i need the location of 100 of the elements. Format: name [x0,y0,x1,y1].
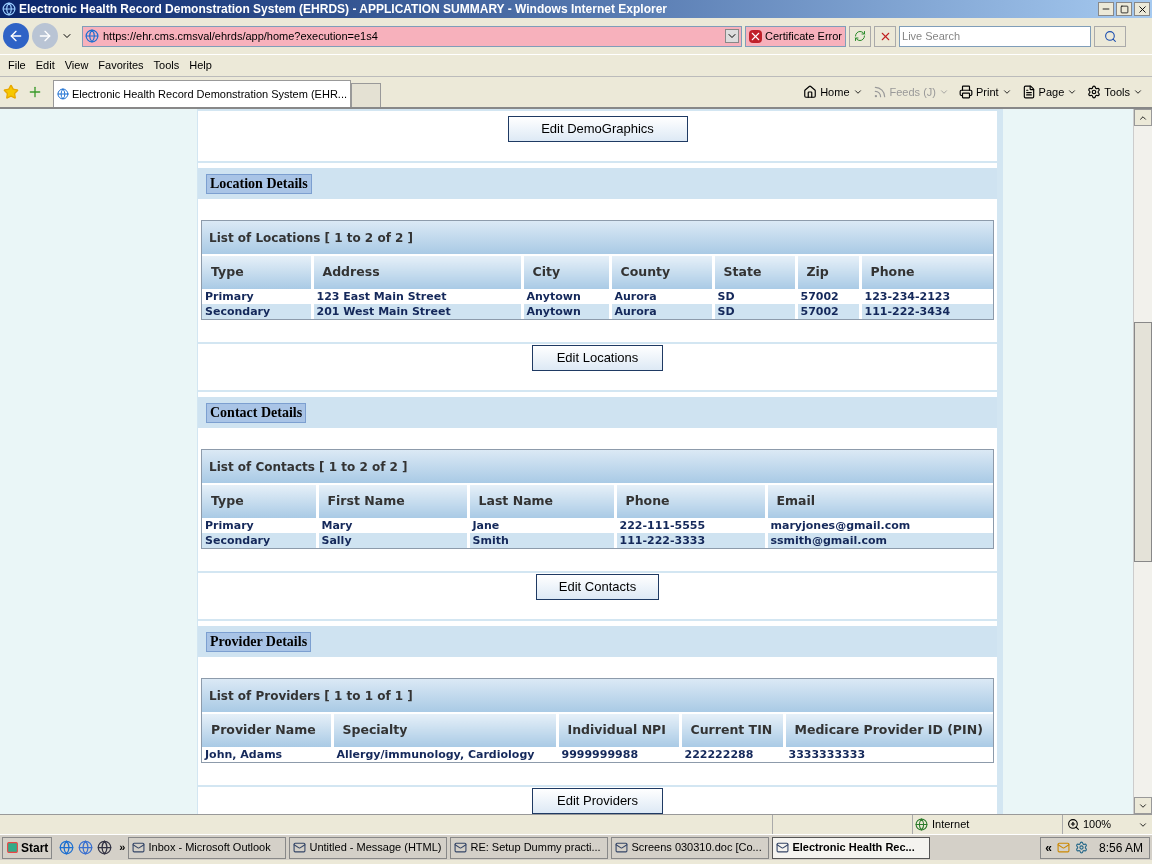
tray-expand[interactable]: « [1045,838,1052,857]
column-header: Last Name [468,484,615,518]
table-cell: ssmith@gmail.com [766,533,993,548]
browser-icon[interactable] [59,840,75,855]
close-button[interactable] [1134,2,1150,16]
table-cell: Mary [317,518,468,533]
page-icon [1021,85,1036,99]
window-title: Electronic Health Record Demonstration System (EHRDS) - APPLICATION SUMMARY - Windows Internet Explorer [19,1,668,18]
edit-button[interactable]: Edit DemoGraphics [507,116,688,142]
clock: 8:56 AM [1098,839,1143,857]
certificate-error-label: Certificate Error [765,28,843,44]
column-header: County [610,255,713,289]
taskbar-button[interactable]: Electronic Health Rec... [772,836,931,859]
mail-icon [615,841,629,854]
table-cell: Anytown [522,304,610,319]
table-cell: Primary [202,289,312,304]
menu-item[interactable]: Help [184,57,217,74]
table-cell: John, Adams [202,747,332,762]
add-favorite-icon[interactable] [27,84,43,100]
edit-button[interactable]: Edit Contacts [536,574,659,600]
search-button[interactable] [1094,25,1127,47]
address-field[interactable]: https://ehr.cms.cmsval/ehrds/app/home?execution=e1s4 [82,25,742,47]
restore-icon [1119,4,1129,14]
feed-icon [872,85,887,99]
table-cell: 57002 [796,289,860,304]
windows-logo-icon [6,841,19,854]
command-button[interactable]: Print [959,83,1012,101]
start-button[interactable]: Start [2,836,53,859]
section-title: Contact Details [206,402,307,423]
url-text: https://ehr.cms.cmsval/ehrds/app/home?execution=e1s4 [103,28,379,44]
scrollbar-thumb[interactable] [1134,322,1152,562]
column-header: Phone [860,255,993,289]
table-cell: 111-222-3434 [860,304,993,319]
table-cell: maryjones@gmail.com [766,518,993,533]
column-header: Zip [796,255,860,289]
restore-button[interactable] [1116,2,1132,16]
back-button[interactable] [3,23,29,49]
more-quicklaunch[interactable]: » [119,839,126,856]
minimize-button[interactable] [1098,2,1114,16]
command-button[interactable]: Home [803,83,863,101]
table-cell: 111-222-3333 [615,533,766,548]
table-cell: Jane [468,518,615,533]
media-player-icon[interactable] [97,840,113,855]
scroll-down-button[interactable] [1134,797,1152,814]
mail-icon [454,841,468,854]
column-header: City [522,255,610,289]
table-cell: 201 West Main Street [312,304,522,319]
gear-icon [1087,85,1102,99]
table-cell: 123-234-2123 [860,289,993,304]
search-field[interactable]: Live Search [899,25,1092,47]
column-header: Current TIN [680,713,784,747]
table-cell: Secondary [202,533,317,548]
tray-icon[interactable] [1056,841,1070,854]
taskbar-button[interactable]: Untitled - Message (HTML) [289,836,448,859]
favorites-star-icon[interactable] [3,84,19,100]
close-icon [1136,3,1148,15]
home-icon [803,85,818,99]
taskbar-button[interactable]: Inbox - Microsoft Outlook [128,836,287,859]
edit-button[interactable]: Edit Locations [532,345,663,371]
tray-icon[interactable] [1074,841,1088,854]
caret-icon [1133,87,1143,97]
new-tab-button[interactable] [351,83,381,107]
column-header: Phone [615,484,766,518]
refresh-icon [854,30,867,42]
page-icon [85,29,99,43]
zone-label: Internet [932,817,970,833]
menu-item[interactable]: Favorites [93,57,149,74]
command-button[interactable]: Page [1021,83,1078,101]
refresh-button[interactable] [849,25,872,47]
stop-button[interactable] [874,25,897,47]
menu-item[interactable]: File [3,57,31,74]
browser-tab[interactable]: Electronic Health Record Demonstration System (EHR... [53,80,351,107]
table-cell: Aurora [610,289,713,304]
column-header: Provider Name [202,713,332,747]
column-header: Specialty [332,713,557,747]
dropdown-icon[interactable] [725,29,739,43]
browser-icon [2,2,16,16]
certificate-error-button[interactable]: Certificate Error [745,25,847,47]
mail-icon [293,841,307,854]
table-cell: Allergy/immunology, Cardiology [332,747,557,762]
column-header: State [713,255,796,289]
table-cell: Sally [317,533,468,548]
column-header: Medicare Provider ID (PIN) [784,713,993,747]
vertical-scrollbar[interactable] [1133,109,1152,814]
table-cell: SD [713,289,796,304]
caret-icon [1001,87,1012,97]
column-header: Type [202,484,317,518]
command-button[interactable]: Tools [1087,83,1143,101]
taskbar-button[interactable]: Screens 030310.doc [Co... [611,836,770,859]
menu-item[interactable]: Tools [148,57,185,74]
table-cell: Aurora [610,304,713,319]
menu-item[interactable]: View [59,57,94,74]
globe-icon [915,818,928,831]
table-cell: 222-111-5555 [615,518,766,533]
search-icon [1103,29,1117,43]
scroll-up-button[interactable] [1134,109,1152,126]
menu-item[interactable]: Edit [30,57,60,74]
taskbar-button[interactable]: RE: Setup Dummy practi... [450,836,609,859]
edit-button[interactable]: Edit Providers [532,788,663,814]
section-title: Location Details [206,173,312,194]
